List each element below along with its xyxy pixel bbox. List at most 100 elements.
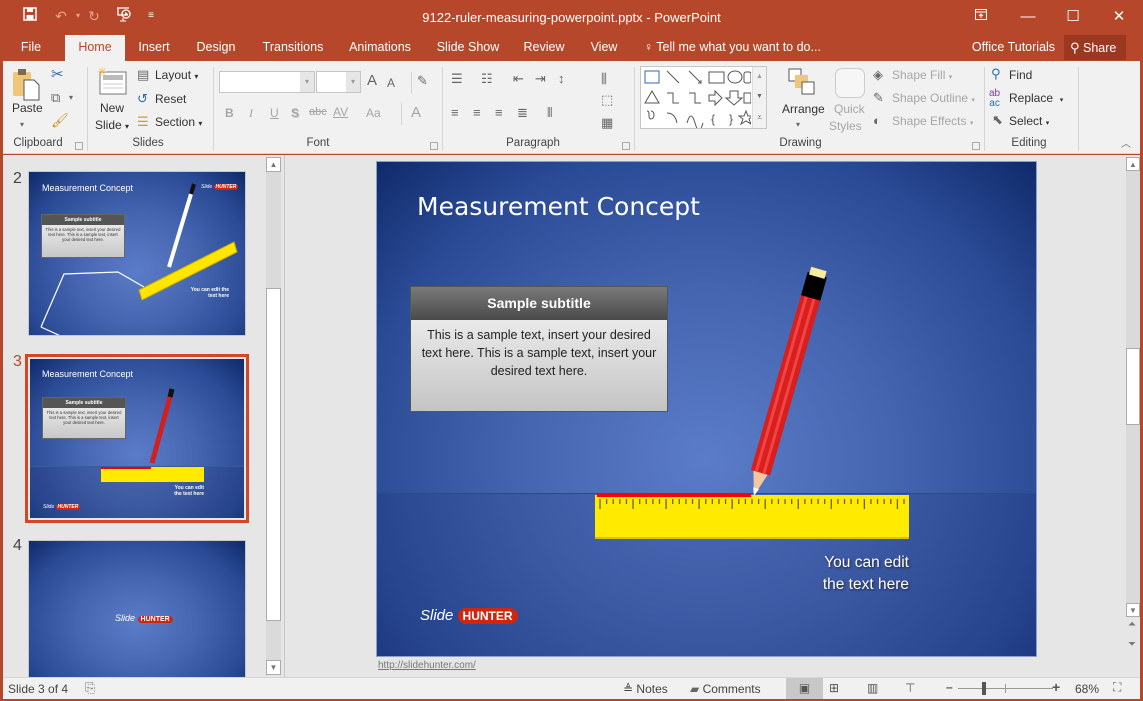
strikethrough-button[interactable]: abc	[309, 106, 327, 118]
thumbnail-slide-3-selected[interactable]: Measurement Concept Sample subtitle This…	[25, 354, 249, 523]
minimize-button[interactable]: —	[1005, 0, 1051, 33]
character-spacing-button[interactable]: AV	[333, 105, 348, 119]
scroll-up-icon[interactable]: ▲	[266, 157, 281, 172]
shape-fill-button[interactable]: Shape Fill ▾	[892, 68, 952, 82]
thumbnail-scrollbar[interactable]: ▲ ▼	[266, 157, 281, 675]
slide-scrollbar[interactable]: ▲ ▼	[1126, 157, 1140, 617]
scrollbar-thumb[interactable]	[1126, 348, 1140, 425]
tab-animations[interactable]: Animations	[342, 35, 418, 61]
font-size-input[interactable]: ▾	[316, 71, 361, 93]
justify-icon[interactable]: ≣	[517, 105, 528, 121]
next-slide-icon[interactable]: ⏷	[1128, 639, 1136, 650]
font-color-button[interactable]: A	[411, 104, 421, 121]
tab-review[interactable]: Review	[518, 35, 570, 61]
format-painter-icon[interactable]: 🖌	[51, 112, 69, 128]
drawing-launcher-icon[interactable]	[972, 142, 980, 150]
thumbnail-slide-2[interactable]: Measurement Concept Slide HUNTER Sample …	[28, 171, 246, 336]
numbering-icon[interactable]: ☷	[481, 71, 493, 87]
thumbnail-slide-4[interactable]: Slide HUNTER	[28, 540, 246, 680]
tab-insert[interactable]: Insert	[130, 35, 178, 61]
office-tutorials-link[interactable]: Office Tutorials	[966, 35, 1061, 61]
customize-qat-icon[interactable]: ≡	[140, 6, 162, 26]
slide-title[interactable]: Measurement Concept	[417, 192, 700, 221]
layout-button[interactable]: Layout ▾	[155, 68, 198, 82]
font-name-input[interactable]: ▾	[219, 71, 315, 93]
tell-me-box[interactable]: ♀ Tell me what you want to do...	[644, 35, 829, 61]
paragraph-launcher-icon[interactable]	[622, 142, 630, 150]
scroll-down-icon[interactable]: ▼	[266, 660, 281, 675]
tab-file[interactable]: File	[12, 35, 50, 61]
slide-sorter-icon[interactable]: ⊞	[829, 681, 839, 695]
zoom-out-button[interactable]: –	[946, 680, 953, 694]
replace-button[interactable]: Replace ▾	[1009, 91, 1063, 105]
zoom-in-button[interactable]: +	[1052, 679, 1060, 695]
shapes-gallery[interactable]: {} ▲ ▼ ⩡	[640, 66, 767, 131]
zoom-slider-thumb[interactable]	[981, 682, 986, 695]
shape-outline-button[interactable]: Shape Outline ▾	[892, 91, 975, 105]
align-left-icon[interactable]: ≡	[451, 105, 459, 121]
start-from-beginning-icon[interactable]	[113, 6, 135, 26]
font-launcher-icon[interactable]	[430, 142, 438, 150]
bullets-icon[interactable]: ☰	[451, 71, 463, 87]
new-slide-icon[interactable]: ✳	[97, 65, 127, 96]
scroll-up-icon[interactable]: ▲	[1126, 157, 1140, 171]
subtitle-textbox[interactable]: Sample subtitle This is a sample text, i…	[410, 286, 668, 412]
shrink-font-icon[interactable]: A	[387, 75, 395, 91]
previous-slide-icon[interactable]: ⏶	[1128, 619, 1136, 630]
gallery-more-icon[interactable]: ⩡	[753, 107, 766, 127]
slide-show-icon[interactable]: ⊤	[905, 681, 915, 695]
italic-button[interactable]: I	[249, 106, 253, 121]
convert-to-smartart-icon[interactable]: ▦	[601, 115, 613, 131]
clipboard-launcher-icon[interactable]	[75, 142, 83, 150]
tab-slide-show[interactable]: Slide Show	[432, 35, 504, 61]
columns-icon[interactable]: ⫴	[547, 105, 552, 121]
section-button[interactable]: Section ▾	[155, 115, 202, 129]
text-direction-icon[interactable]: ⫼	[601, 71, 607, 87]
ribbon-display-options-icon[interactable]	[958, 0, 1004, 33]
gallery-up-icon[interactable]: ▲	[753, 67, 766, 87]
clear-formatting-icon[interactable]: ✎	[417, 73, 428, 89]
shapes-gallery-scroll[interactable]: ▲ ▼ ⩡	[752, 67, 766, 128]
tab-design[interactable]: Design	[190, 35, 242, 61]
maximize-button[interactable]: ☐	[1050, 0, 1096, 33]
select-button[interactable]: Select ▾	[1009, 114, 1049, 128]
reset-button[interactable]: Reset	[155, 92, 186, 106]
font-name-dropdown-icon[interactable]: ▾	[300, 72, 314, 92]
edit-textbox[interactable]: You can edit the text here	[777, 552, 909, 596]
fit-to-window-icon[interactable]: ⛶	[1113, 680, 1121, 695]
grow-font-icon[interactable]: A	[367, 73, 377, 89]
arrange-dropdown-icon[interactable]: ▾	[796, 117, 800, 133]
quick-styles-button[interactable]: Quick	[834, 102, 865, 116]
paste-dropdown-icon[interactable]: ▾	[20, 117, 24, 133]
increase-indent-icon[interactable]: ⇥	[535, 71, 546, 87]
decrease-indent-icon[interactable]: ⇤	[513, 71, 524, 87]
underline-button[interactable]: U	[270, 106, 279, 120]
notes-button[interactable]: ≜ Notes	[623, 682, 668, 696]
bold-button[interactable]: B	[225, 106, 234, 120]
align-right-icon[interactable]: ≡	[495, 105, 503, 121]
tab-home[interactable]: Home	[65, 35, 125, 61]
align-text-icon[interactable]: ⬚	[601, 92, 613, 108]
reading-view-icon[interactable]: ▥	[867, 681, 878, 695]
font-size-dropdown-icon[interactable]: ▾	[346, 72, 360, 92]
line-spacing-icon[interactable]: ↕	[558, 71, 565, 87]
change-case-button[interactable]: Aa	[366, 106, 381, 120]
normal-view-icon[interactable]: ▣	[786, 678, 823, 699]
cut-icon[interactable]: ✂	[51, 67, 64, 83]
hyperlink-url[interactable]: http://slidehunter.com/	[378, 660, 476, 671]
paste-icon[interactable]	[11, 67, 41, 101]
tab-view[interactable]: View	[584, 35, 624, 61]
save-icon[interactable]	[19, 6, 41, 26]
gallery-down-icon[interactable]: ▼	[753, 87, 766, 107]
zoom-level[interactable]: 68%	[1075, 682, 1099, 696]
close-button[interactable]: ✕	[1096, 0, 1142, 33]
align-center-icon[interactable]: ≡	[473, 105, 481, 121]
share-button[interactable]: ⚲ Share	[1064, 35, 1126, 60]
shadow-button[interactable]: S	[291, 106, 299, 120]
slide-canvas[interactable]: Measurement Concept Sample subtitle This…	[376, 161, 1037, 657]
comments-button[interactable]: ▰ Comments	[690, 682, 761, 696]
scroll-down-icon[interactable]: ▼	[1126, 603, 1140, 617]
spell-check-icon[interactable]: ⎘	[85, 680, 95, 696]
scrollbar-thumb[interactable]	[266, 288, 281, 621]
pencil[interactable]	[737, 252, 827, 502]
